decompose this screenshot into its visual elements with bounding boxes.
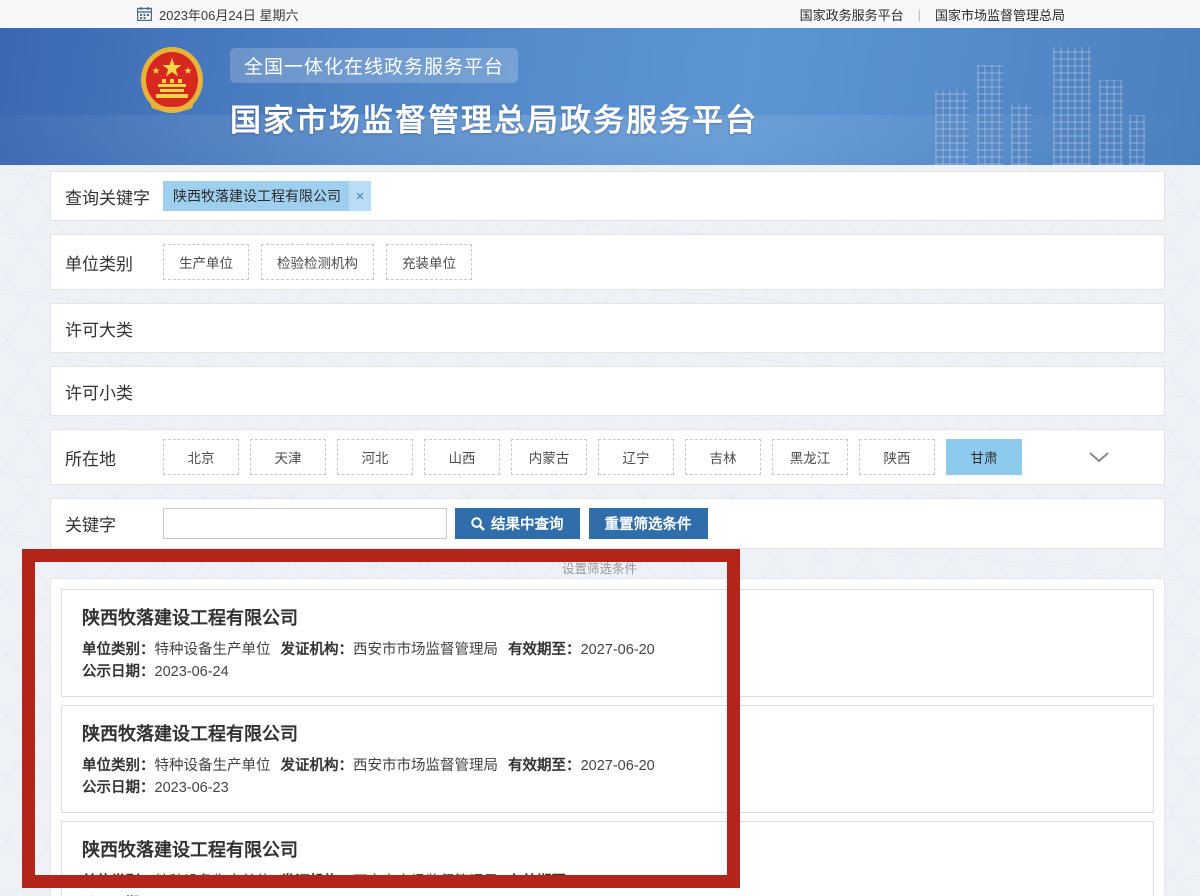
issuer-field-label: 发证机构：	[281, 874, 354, 890]
issuer-value: 西安市市场监督管理局	[353, 642, 498, 658]
valid-field-label: 有效期至：	[508, 758, 581, 774]
filter-row-query-keyword: 查询关键字 陕西牧落建设工程有限公司 ×	[50, 171, 1165, 221]
chevron-down-icon[interactable]	[1088, 451, 1110, 463]
unit-type-label: 单位类别	[65, 250, 163, 275]
date-display: 2023年06月24日 星期六	[137, 5, 298, 24]
unit-type-field-label: 单位类别：	[82, 642, 155, 658]
province-button-neimenggu[interactable]: 内蒙古	[511, 439, 587, 475]
publish-date-value: 2023-06-24	[155, 664, 229, 680]
banner-title: 国家市场监督管理总局政务服务平台	[230, 95, 758, 140]
keyword-tag: 陕西牧落建设工程有限公司 ×	[163, 181, 371, 211]
result-publish-line: 公示日期：2023-06-24	[82, 661, 1133, 683]
publish-field-label: 公示日期：	[82, 664, 155, 680]
keyword-label: 关键字	[65, 511, 163, 536]
valid-until-value: 2027-06-20	[581, 758, 655, 774]
license-minor-label: 许可小类	[65, 379, 163, 404]
reset-filters-button[interactable]: 重置筛选条件	[589, 508, 708, 539]
unit-type-option-inspection[interactable]: 检验检测机构	[261, 244, 374, 280]
valid-field-label: 有效期至：	[508, 642, 581, 658]
reset-button-label: 重置筛选条件	[605, 513, 692, 534]
issuer-field-label: 发证机构：	[281, 758, 354, 774]
keyword-tag-text: 陕西牧落建设工程有限公司	[163, 181, 349, 211]
valid-until-value: 2027-06-20	[581, 874, 655, 890]
results-panel: 陕西牧落建设工程有限公司 单位类别：特种设备生产单位 发证机构：西安市市场监督管…	[50, 578, 1165, 896]
site-banner: 全国一体化在线政务服务平台 国家市场监督管理总局政务服务平台	[0, 28, 1200, 165]
filter-row-keyword-search: 关键字 结果中查询 重置筛选条件	[50, 498, 1165, 549]
result-title: 陕西牧落建设工程有限公司	[82, 604, 1133, 630]
result-meta-line: 单位类别：特种设备生产单位 发证机构：西安市市场监督管理局 有效期至：2027-…	[82, 755, 1133, 777]
banner-subtitle: 全国一体化在线政务服务平台	[230, 48, 518, 83]
search-icon	[471, 517, 485, 531]
result-publish-line: 公示日期：2023-06-23	[82, 777, 1133, 799]
query-keyword-label: 查询关键字	[65, 184, 163, 209]
result-meta-line: 单位类别：特种设备生产单位 发证机构：西安市市场监督管理局 有效期至：2027-…	[82, 871, 1133, 893]
result-title: 陕西牧落建设工程有限公司	[82, 720, 1133, 746]
valid-field-label: 有效期至：	[508, 874, 581, 890]
main-content: 查询关键字 陕西牧落建设工程有限公司 × 单位类别 生产单位 检验检测机构 充装…	[50, 171, 1165, 896]
province-button-tianjin[interactable]: 天津	[250, 439, 326, 475]
unit-type-value: 特种设备生产单位	[155, 642, 271, 658]
result-card-1[interactable]: 陕西牧落建设工程有限公司 单位类别：特种设备生产单位 发证机构：西安市市场监督管…	[61, 589, 1154, 697]
unit-type-option-production[interactable]: 生产单位	[163, 244, 249, 280]
result-card-3[interactable]: 陕西牧落建设工程有限公司 单位类别：特种设备生产单位 发证机构：西安市市场监督管…	[61, 821, 1154, 896]
publish-date-value: 2023-06-23	[155, 780, 229, 796]
filter-row-license-minor: 许可小类	[50, 366, 1165, 416]
issuer-value: 西安市市场监督管理局	[353, 874, 498, 890]
unit-type-field-label: 单位类别：	[82, 758, 155, 774]
current-date: 2023年06月24日 星期六	[159, 5, 298, 24]
license-major-label: 许可大类	[65, 316, 163, 341]
topbar-separator: |	[918, 7, 921, 22]
city-skyline-graphic	[935, 28, 1145, 165]
publish-field-label: 公示日期：	[82, 780, 155, 796]
province-button-shaanxi[interactable]: 陕西	[859, 439, 935, 475]
partially-hidden-text: 设置筛选条件	[562, 562, 1165, 576]
unit-type-option-filling[interactable]: 充装单位	[386, 244, 472, 280]
filter-row-location: 所在地 北京 天津 河北 山西 内蒙古 辽宁 吉林 黑龙江 陕西 甘肃	[50, 429, 1165, 485]
filter-row-license-major: 许可大类	[50, 303, 1165, 353]
issuer-value: 西安市市场监督管理局	[353, 758, 498, 774]
link-national-gov-platform[interactable]: 国家政务服务平台	[800, 5, 904, 24]
province-button-gansu-selected[interactable]: 甘肃	[946, 439, 1022, 475]
province-button-beijing[interactable]: 北京	[163, 439, 239, 475]
result-meta-line: 单位类别：特种设备生产单位 发证机构：西安市市场监督管理局 有效期至：2027-…	[82, 639, 1133, 661]
unit-type-value: 特种设备生产单位	[155, 758, 271, 774]
close-icon[interactable]: ×	[349, 181, 371, 211]
search-in-results-button[interactable]: 结果中查询	[455, 508, 580, 539]
keyword-input[interactable]	[163, 508, 447, 539]
unit-type-value: 特种设备生产单位	[155, 874, 271, 890]
valid-until-value: 2027-06-20	[581, 642, 655, 658]
province-button-heilongjiang[interactable]: 黑龙江	[772, 439, 848, 475]
issuer-field-label: 发证机构：	[281, 642, 354, 658]
national-emblem-icon	[140, 46, 204, 116]
province-button-jilin[interactable]: 吉林	[685, 439, 761, 475]
link-samr[interactable]: 国家市场监督管理总局	[935, 5, 1065, 24]
result-card-2[interactable]: 陕西牧落建设工程有限公司 单位类别：特种设备生产单位 发证机构：西安市市场监督管…	[61, 705, 1154, 813]
top-bar: 2023年06月24日 星期六 国家政务服务平台 | 国家市场监督管理总局	[0, 0, 1200, 28]
result-title: 陕西牧落建设工程有限公司	[82, 836, 1133, 862]
calendar-icon	[137, 7, 152, 21]
unit-type-field-label: 单位类别：	[82, 874, 155, 890]
province-button-liaoning[interactable]: 辽宁	[598, 439, 674, 475]
province-button-shanxi[interactable]: 山西	[424, 439, 500, 475]
location-label: 所在地	[65, 445, 163, 470]
province-button-hebei[interactable]: 河北	[337, 439, 413, 475]
search-button-label: 结果中查询	[491, 513, 564, 534]
filter-row-unit-type: 单位类别 生产单位 检验检测机构 充装单位	[50, 234, 1165, 290]
